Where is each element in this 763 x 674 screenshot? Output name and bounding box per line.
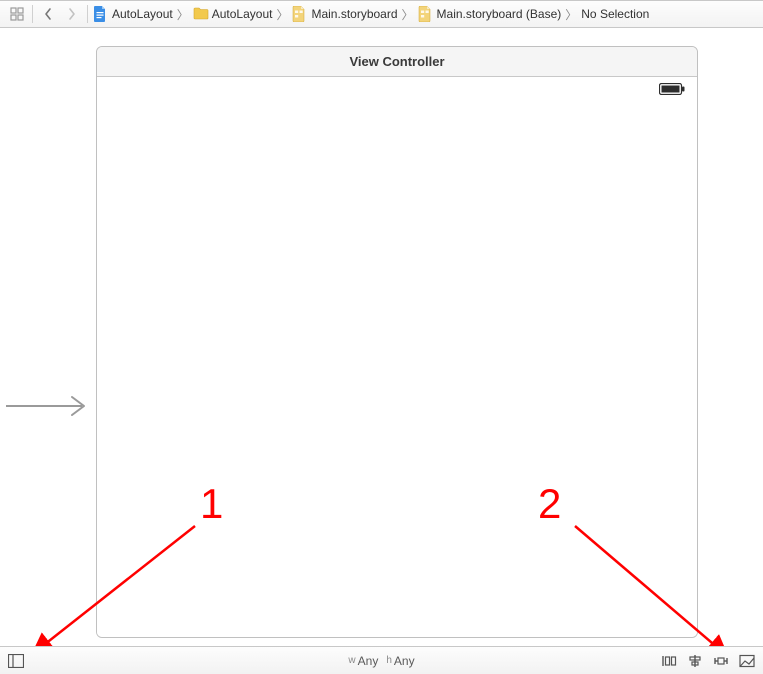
canvas-bottom-bar: w Any h Any [0,646,763,674]
scene-root-view[interactable] [97,77,697,637]
storyboard-file-icon [418,6,434,22]
annotation-label-2: 2 [538,480,561,528]
separator [32,5,33,23]
stack-button[interactable] [659,651,679,671]
pin-icon [713,654,729,668]
grid-icon [10,7,24,21]
breadcrumb-label: Main.storyboard (Base) [437,7,562,21]
annotation-label-1: 1 [200,480,223,528]
size-class-control[interactable]: w Any h Any [0,654,763,668]
scene-title-bar[interactable]: View Controller [97,47,697,77]
align-button[interactable] [685,651,705,671]
nav-back-button[interactable] [36,3,60,25]
folder-icon [193,6,209,22]
breadcrumb-item-selection[interactable]: No Selection [579,1,651,27]
path-bar: AutoLayout 〉 AutoLayout 〉 Main.storyboar… [0,0,763,28]
resolve-issues-button[interactable] [737,651,757,671]
chevron-right-icon [67,7,77,21]
chevron-left-icon [43,7,53,21]
chevron-right-icon: 〉 [563,6,579,23]
storyboard-file-icon [292,6,308,22]
size-class-h-prefix: h [386,655,392,666]
related-items-button[interactable] [5,3,29,25]
chevron-right-icon: 〉 [175,6,191,23]
pin-button[interactable] [711,651,731,671]
storyboard-entry-arrow[interactable] [4,394,94,418]
ib-canvas[interactable]: View Controller 1 2 [0,28,763,646]
status-bar-battery-icon [659,83,685,95]
size-class-w-prefix: w [348,655,355,666]
scene-title-label: View Controller [349,54,444,69]
size-class-w-value: Any [358,654,379,668]
breadcrumb-item-storyboard-base[interactable]: Main.storyboard (Base) [416,1,564,27]
breadcrumb-item-storyboard[interactable]: Main.storyboard [290,1,399,27]
scene-view-controller[interactable]: View Controller [96,46,698,638]
resolve-icon [739,654,755,668]
chevron-right-icon: 〉 [274,6,290,23]
breadcrumb-item-folder[interactable]: AutoLayout [191,1,275,27]
stack-icon [661,654,677,668]
document-outline-toggle[interactable] [6,651,26,671]
size-class-h-value: Any [394,654,415,668]
chevron-right-icon: 〉 [400,6,416,23]
breadcrumb-label: AutoLayout [212,7,273,21]
separator [87,5,88,23]
breadcrumb-item-project[interactable]: AutoLayout [91,1,175,27]
project-file-icon [93,6,109,22]
arrow-right-icon [4,394,94,418]
align-icon [687,654,703,668]
outline-toggle-icon [8,654,24,668]
breadcrumb-label: AutoLayout [112,7,173,21]
nav-forward-button[interactable] [60,3,84,25]
breadcrumb-label: No Selection [581,7,649,21]
breadcrumb-label: Main.storyboard [311,7,397,21]
